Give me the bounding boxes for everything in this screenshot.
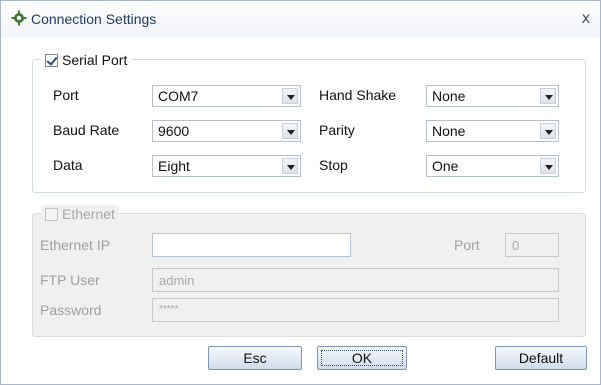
data-label: Data xyxy=(53,157,83,173)
stop-value: One xyxy=(432,158,459,174)
stop-select[interactable]: One xyxy=(426,155,559,177)
ethernet-port-value: 0 xyxy=(512,238,520,253)
ftp-user-input: admin xyxy=(152,268,559,292)
port-value: COM7 xyxy=(158,88,199,104)
serial-port-legend[interactable]: Serial Port xyxy=(41,51,132,69)
stop-label: Stop xyxy=(319,157,348,173)
connection-settings-dialog: Connection Settings x Serial Port Port C… xyxy=(0,0,601,385)
serial-port-checkbox[interactable] xyxy=(45,53,58,67)
hand-shake-select[interactable]: None xyxy=(426,85,559,107)
password-input: ***** xyxy=(152,298,559,322)
data-value: Eight xyxy=(158,158,190,174)
ethernet-group: Ethernet Ethernet IP Port 0 FTP User adm… xyxy=(32,205,586,337)
hand-shake-value: None xyxy=(432,88,466,104)
chevron-down-icon[interactable] xyxy=(540,158,556,174)
close-button[interactable]: x xyxy=(577,9,595,27)
gear-icon xyxy=(11,10,27,26)
chevron-down-icon[interactable] xyxy=(540,88,556,104)
hand-shake-label: Hand Shake xyxy=(319,87,397,103)
chevron-down-icon[interactable] xyxy=(540,123,556,139)
chevron-down-icon[interactable] xyxy=(282,88,298,104)
baud-rate-select[interactable]: 9600 xyxy=(152,120,301,142)
serial-port-label: Serial Port xyxy=(62,52,128,68)
parity-label: Parity xyxy=(319,122,355,138)
esc-button[interactable]: Esc xyxy=(208,346,302,370)
ftp-user-value: admin xyxy=(159,273,195,288)
title-bar[interactable]: Connection Settings x xyxy=(1,1,600,37)
window-title: Connection Settings xyxy=(31,11,157,27)
ethernet-checkbox xyxy=(45,207,58,221)
password-label: Password xyxy=(40,302,102,318)
parity-select[interactable]: None xyxy=(426,120,559,142)
ethernet-label: Ethernet xyxy=(62,206,115,222)
baud-rate-label: Baud Rate xyxy=(53,122,120,138)
default-button[interactable]: Default xyxy=(495,346,587,370)
chevron-down-icon[interactable] xyxy=(282,158,298,174)
baud-rate-value: 9600 xyxy=(158,123,190,139)
port-label: Port xyxy=(53,87,79,103)
ethernet-port-label: Port xyxy=(454,237,480,253)
data-select[interactable]: Eight xyxy=(152,155,301,177)
ftp-user-label: FTP User xyxy=(40,272,100,288)
chevron-down-icon[interactable] xyxy=(282,123,298,139)
serial-port-group: Serial Port Port COM7 Baud Rate 9600 Dat… xyxy=(32,51,586,193)
ok-button[interactable]: OK xyxy=(317,346,407,370)
ethernet-legend: Ethernet xyxy=(41,205,119,223)
password-value: ***** xyxy=(159,304,179,315)
ethernet-port-input: 0 xyxy=(505,233,559,257)
dialog-body: Serial Port Port COM7 Baud Rate 9600 Dat… xyxy=(9,37,593,377)
ethernet-ip-input[interactable] xyxy=(152,233,351,257)
port-select[interactable]: COM7 xyxy=(152,85,301,107)
ethernet-ip-label: Ethernet IP xyxy=(40,237,111,253)
parity-value: None xyxy=(432,123,466,139)
